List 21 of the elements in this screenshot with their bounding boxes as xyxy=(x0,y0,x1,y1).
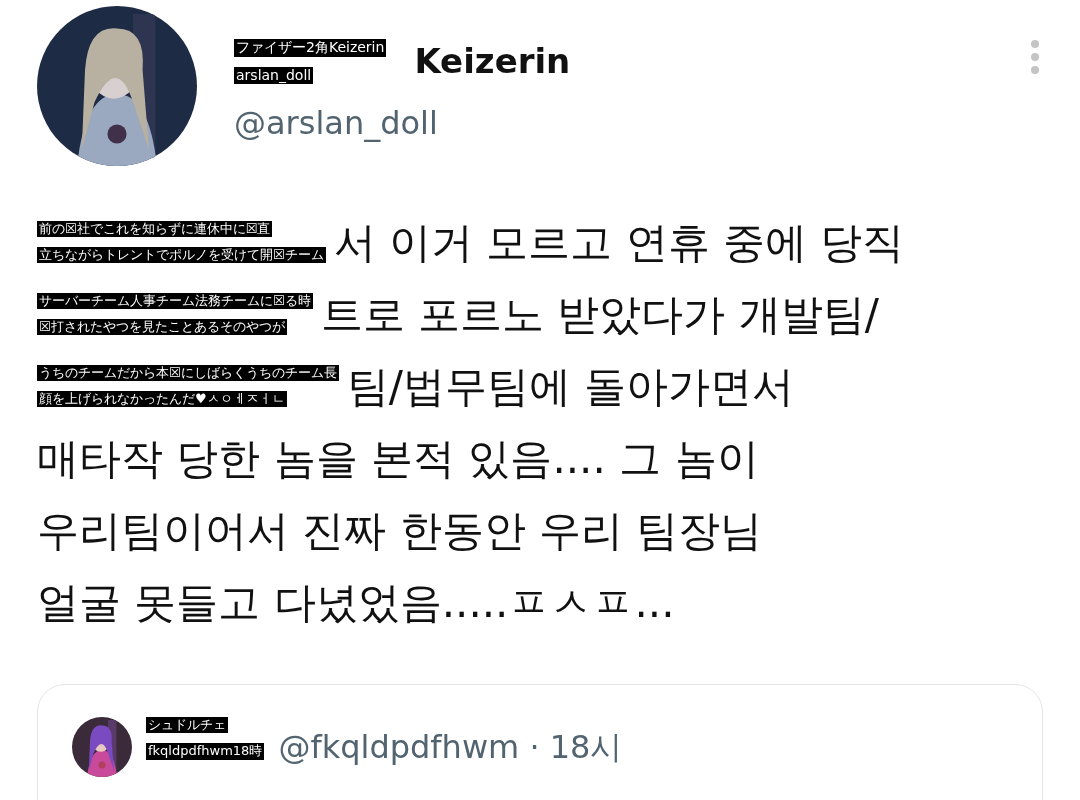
quoted-user-handle-and-time: @fkqldpdfhwm · 18시 xyxy=(278,727,623,768)
tweet-text-line: 팀/법무팀에 돌아가면서 xyxy=(346,360,795,413)
more-options-icon[interactable] xyxy=(1030,40,1040,74)
user-handle: @arslan_doll xyxy=(234,103,439,144)
display-name: Keizerin xyxy=(414,40,571,83)
translation-label: ファイザー2角Keizerin xyxy=(234,39,387,57)
tweet-text-line: 얼굴 못들고 다녔었음.....ㅍㅅㅍ... xyxy=(37,576,675,629)
translation-label: サーバーチーム人事チーム法務チームに☒る時 xyxy=(37,292,313,309)
tweet-text-line: 서 이거 모르고 연휴 중에 당직 xyxy=(333,216,905,269)
translation-label: 顔を上げられなかったんだ♥ㅅㅇㅔㅈㅓㄴ xyxy=(37,391,287,408)
translation-label: うちのチームだから本☒にしばらくうちのチーム長 xyxy=(37,364,339,381)
tweet-text-line: 우리팀이어서 진짜 한동안 우리 팀장님 xyxy=(37,504,763,557)
translation-label: ☒打されたやつを見たことあるそのやつが xyxy=(37,319,287,336)
translation-label: arslan_doll xyxy=(234,66,314,84)
translation-label: シュドルチェ xyxy=(146,717,228,734)
quoted-tweet-card[interactable]: シュドルチェ fkqldpdfhwm18時 @fkqldpdfhwm · 18시 xyxy=(37,684,1043,800)
translation-label: fkqldpdfhwm18時 xyxy=(146,743,265,760)
translation-label: 立ちながらトレントでポルノを受けて開☒チーム xyxy=(37,247,326,264)
tweet-text-line: 매타작 당한 놈을 본적 있음.... 그 놈이 xyxy=(37,432,759,485)
translation-label: 前の☒社でこれを知らずに連休中に☒直 xyxy=(37,220,273,237)
tweet-text-line: 트로 포르노 받았다가 개발팀/ xyxy=(320,288,879,341)
